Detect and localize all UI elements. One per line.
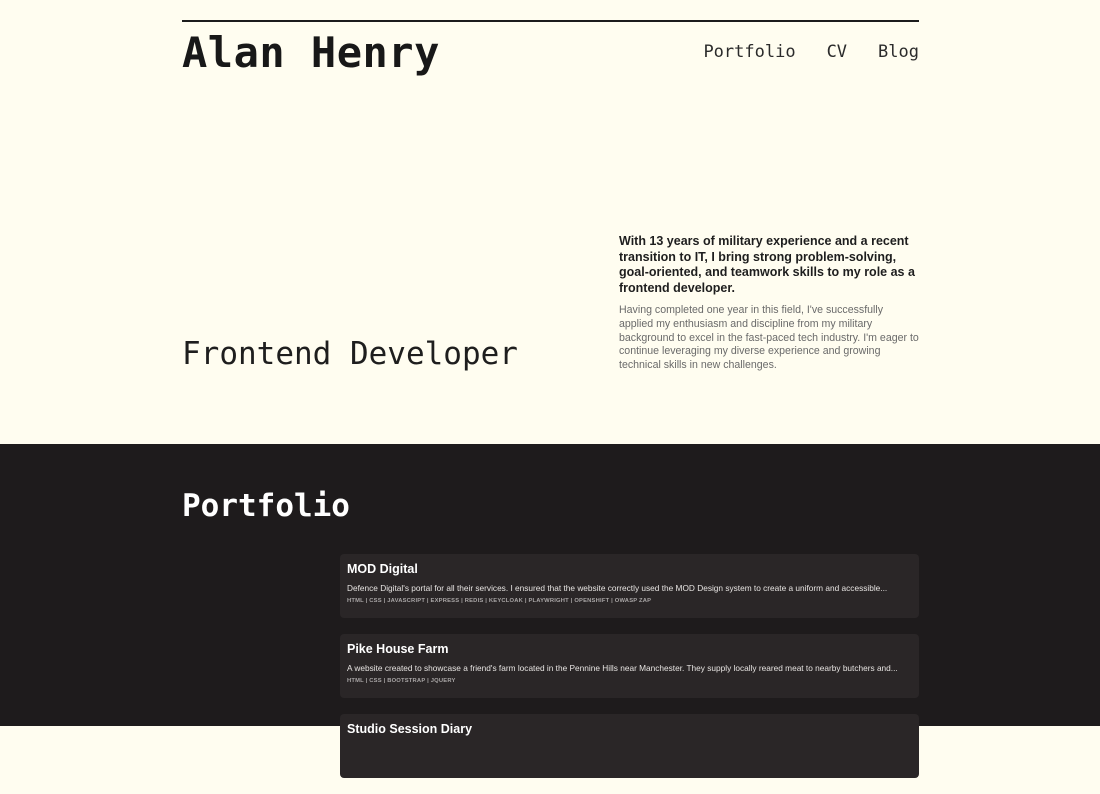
nav-link-portfolio[interactable]: Portfolio [703, 42, 795, 62]
card-title: MOD Digital [347, 562, 418, 576]
nav-link-blog[interactable]: Blog [878, 42, 919, 62]
site-name[interactable]: Alan Henry [182, 28, 440, 78]
portfolio-card-pike-house-farm[interactable]: Pike House Farm A website created to sho… [340, 634, 919, 698]
card-title: Pike House Farm [347, 642, 449, 656]
nav-link-cv[interactable]: CV [827, 42, 847, 62]
card-tags: HTML | CSS | JAVASCRIPT | EXPRESS | REDI… [347, 598, 652, 604]
card-tags: HTML | CSS | BOOTSTRAP | JQUERY [347, 678, 456, 684]
card-description: Defence Digital's portal for all their s… [347, 583, 888, 593]
portfolio-list: MOD Digital Defence Digital's portal for… [340, 554, 919, 794]
intro-block: With 13 years of military experience and… [619, 234, 919, 373]
hero-section: Alan Henry Portfolio CV Blog Frontend De… [0, 0, 1100, 444]
intro-body: Having completed one year in this field,… [619, 304, 919, 372]
portfolio-card-studio-session-diary[interactable]: Studio Session Diary [340, 714, 919, 778]
portfolio-section: Portfolio MOD Digital Defence Digital's … [0, 444, 1100, 778]
card-title: Studio Session Diary [347, 722, 473, 736]
portfolio-card-mod-digital[interactable]: MOD Digital Defence Digital's portal for… [340, 554, 919, 618]
portfolio-title: Portfolio [182, 488, 350, 524]
header-divider [182, 20, 919, 22]
role-heading: Frontend Developer [182, 336, 518, 372]
main-nav: Portfolio CV Blog [703, 42, 919, 62]
intro-lead: With 13 years of military experience and… [619, 234, 915, 295]
card-description: A website created to showcase a friend's… [347, 663, 898, 673]
